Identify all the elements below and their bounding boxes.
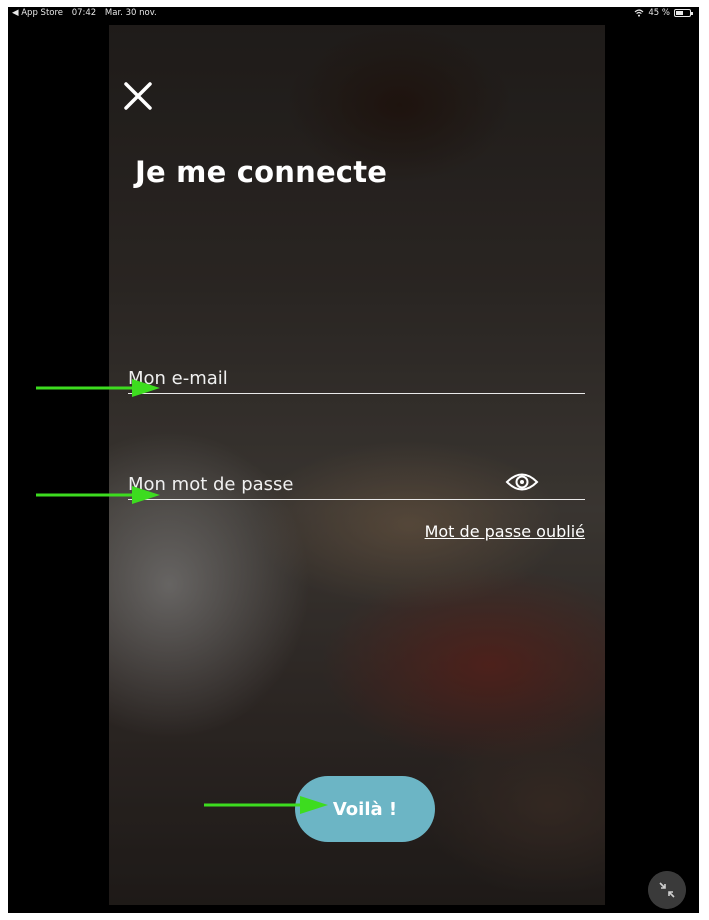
collapse-icon[interactable] — [648, 871, 686, 909]
annotation-arrow-email — [36, 379, 160, 397]
password-field-container — [128, 463, 585, 500]
eye-icon[interactable] — [505, 471, 539, 493]
battery-percent: 45 % — [648, 8, 670, 18]
password-field[interactable] — [128, 474, 488, 495]
status-bar: ◀ App Store 07:42 Mar. 30 nov. 45 % — [8, 7, 699, 21]
close-icon[interactable] — [123, 81, 153, 111]
annotation-arrow-submit — [204, 796, 328, 814]
back-to-app-store-link[interactable]: ◀ App Store — [12, 8, 63, 18]
status-time: 07:42 — [71, 8, 97, 18]
email-field-container — [128, 357, 585, 394]
forgot-password-link[interactable]: Mot de passe oublié — [425, 522, 585, 541]
email-field[interactable] — [128, 368, 488, 389]
status-date: Mar. 30 nov. — [104, 8, 157, 18]
wifi-icon — [634, 9, 644, 17]
device-screen: ◀ App Store 07:42 Mar. 30 nov. 45 % Je m… — [8, 7, 699, 913]
battery-icon — [674, 9, 693, 17]
login-screen: Je me connecte Mot de passe oublié Voilà… — [109, 25, 605, 905]
annotation-arrow-password — [36, 486, 160, 504]
page-title: Je me connecte — [135, 155, 388, 189]
